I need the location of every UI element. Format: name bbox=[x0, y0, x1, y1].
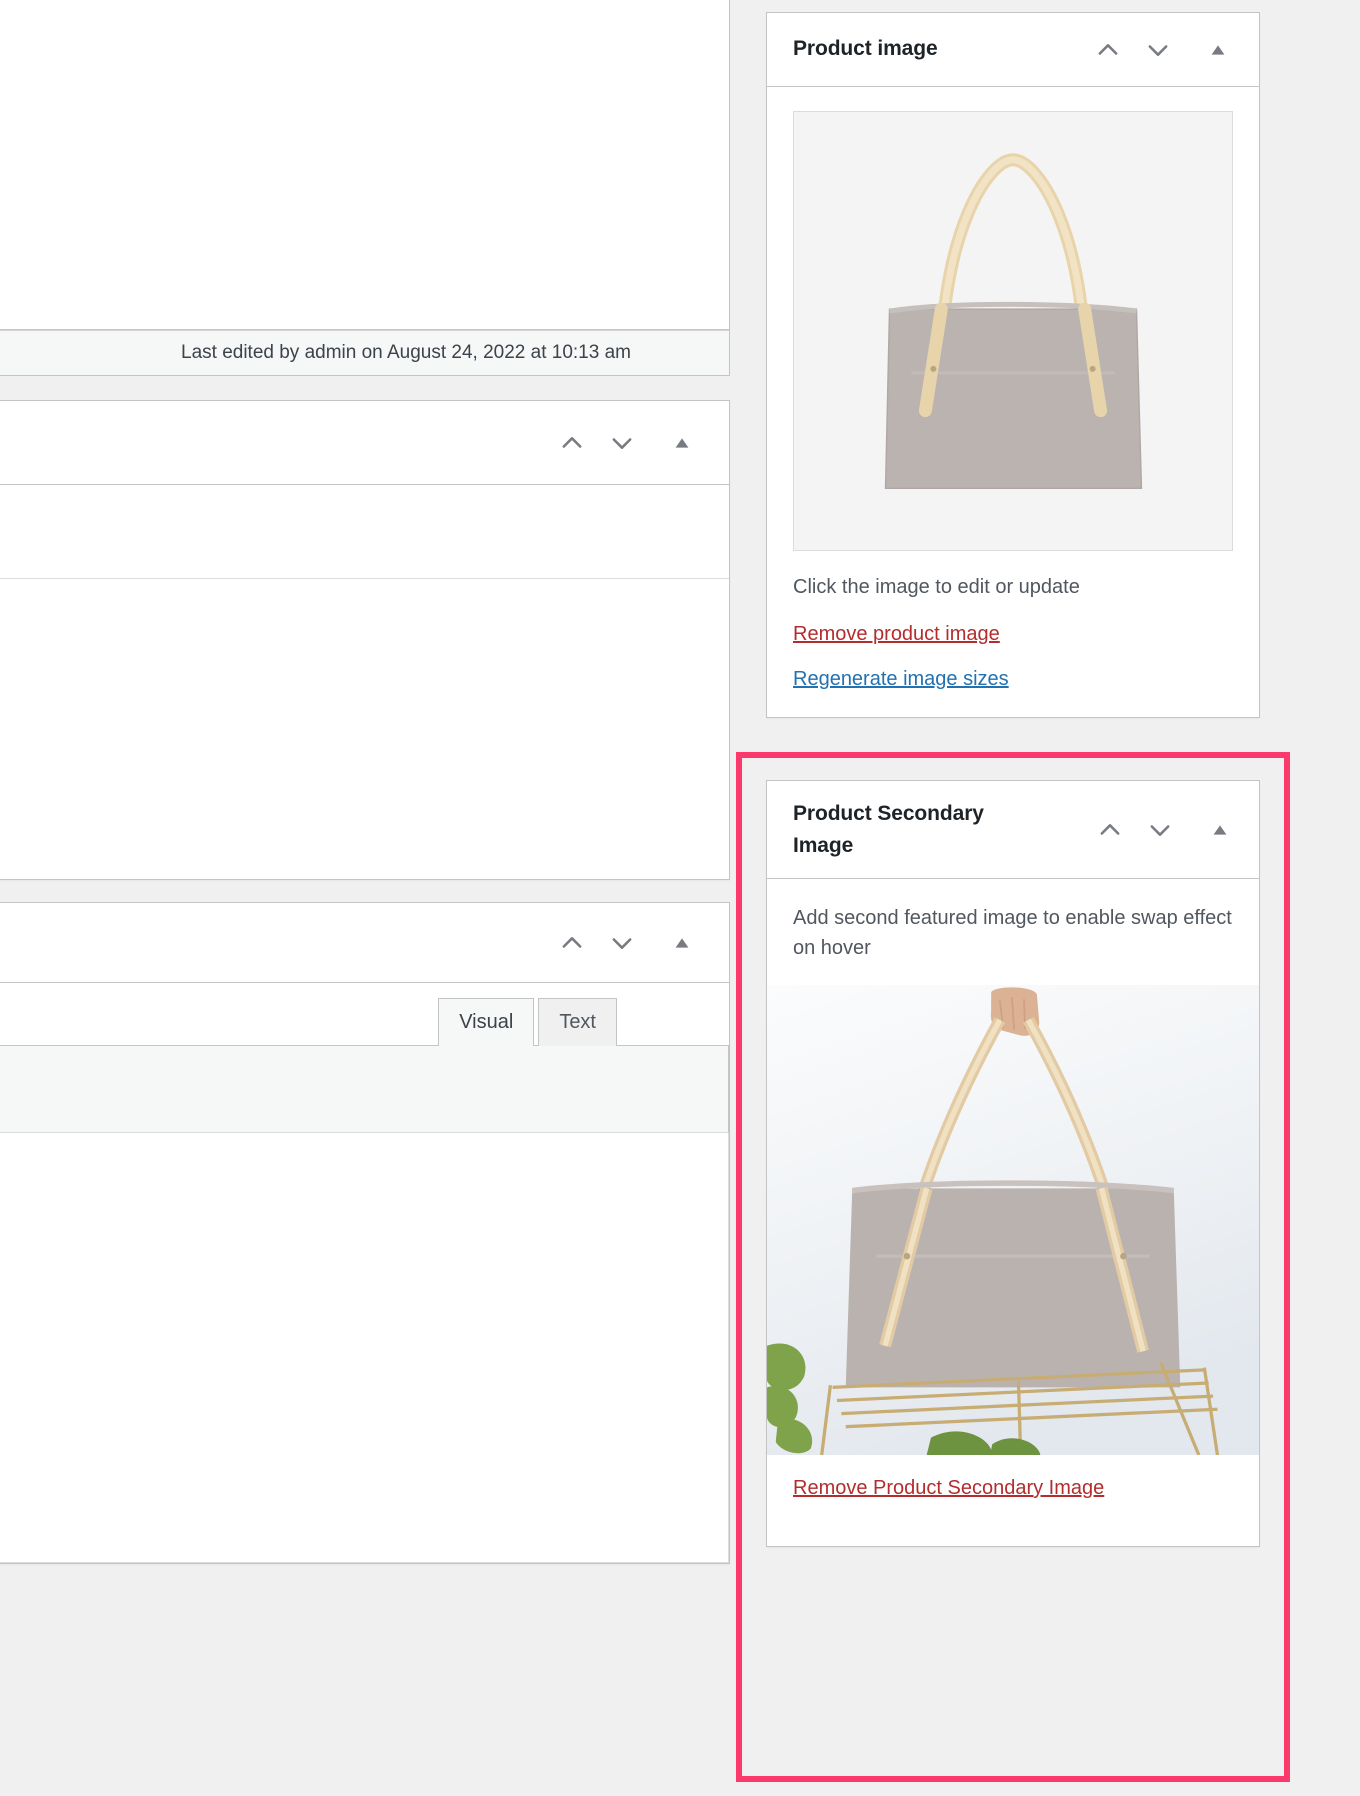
panel-row-large bbox=[0, 579, 729, 879]
move-up-button[interactable] bbox=[1085, 804, 1135, 856]
triangle-up-icon bbox=[1213, 824, 1227, 835]
chevron-up-icon bbox=[562, 436, 582, 448]
left-content-column: Last edited by admin on August 24, 2022 … bbox=[0, 0, 730, 1796]
toggle-panel-button[interactable] bbox=[1193, 24, 1243, 76]
panel-header bbox=[0, 903, 729, 983]
panel-handle-actions bbox=[1083, 24, 1243, 76]
tab-visual[interactable]: Visual bbox=[438, 998, 535, 1046]
regenerate-image-sizes-link[interactable]: Regenerate image sizes bbox=[793, 668, 1009, 690]
move-down-button[interactable] bbox=[1135, 804, 1185, 856]
remove-product-image-row: Remove product image bbox=[767, 601, 1259, 646]
move-down-button[interactable] bbox=[1133, 24, 1183, 76]
panel-handle-actions bbox=[547, 917, 707, 969]
product-secondary-image-title: Product Secondary Image bbox=[793, 802, 984, 857]
triangle-up-icon bbox=[1211, 44, 1225, 55]
editor-tab-bar: Visual Text bbox=[0, 983, 729, 1046]
tab-text[interactable]: Text bbox=[538, 998, 617, 1046]
last-edited-text: Last edited by admin on August 24, 2022 … bbox=[181, 342, 631, 363]
secondary-image-thumbnail[interactable] bbox=[767, 985, 1259, 1456]
product-edit-screen: Last edited by admin on August 24, 2022 … bbox=[0, 0, 1360, 1796]
panel-header bbox=[0, 401, 729, 485]
last-edited-bar: Last edited by admin on August 24, 2022 … bbox=[0, 330, 730, 376]
move-up-button[interactable] bbox=[547, 417, 597, 469]
toggle-panel-button[interactable] bbox=[657, 417, 707, 469]
move-down-button[interactable] bbox=[597, 917, 647, 969]
secondary-image-thumbnail-wrap[interactable] bbox=[767, 963, 1259, 1456]
chevron-down-icon bbox=[1150, 824, 1170, 836]
content-editor-panel bbox=[0, 0, 730, 330]
remove-product-secondary-image-link[interactable]: Remove Product Secondary Image bbox=[793, 1477, 1104, 1499]
panel-row: e bbox=[0, 485, 729, 579]
remove-secondary-image-row: Remove Product Secondary Image bbox=[767, 1455, 1259, 1546]
move-up-button[interactable] bbox=[547, 917, 597, 969]
secondary-image-highlight-frame: Product Secondary Image Add second featu… bbox=[736, 752, 1290, 1782]
panel-handle-actions bbox=[547, 417, 707, 469]
product-description-panel: Visual Text bbox=[0, 902, 730, 1564]
toggle-panel-button[interactable] bbox=[657, 917, 707, 969]
regenerate-image-sizes-row: Regenerate image sizes bbox=[767, 646, 1259, 717]
chevron-down-icon bbox=[612, 437, 632, 449]
product-image-thumbnail[interactable] bbox=[793, 111, 1233, 551]
product-secondary-image-panel-header: Product Secondary Image bbox=[767, 781, 1259, 879]
chevron-down-icon bbox=[1148, 44, 1168, 56]
product-image-thumbnail-wrap[interactable] bbox=[767, 87, 1259, 551]
chevron-up-icon bbox=[562, 936, 582, 948]
chevron-up-icon bbox=[1098, 43, 1118, 55]
panel-handle-actions bbox=[1085, 804, 1245, 856]
editor-tabs: Visual Text bbox=[438, 998, 617, 1046]
product-secondary-image-panel: Product Secondary Image Add second featu… bbox=[766, 780, 1260, 1548]
move-down-button[interactable] bbox=[597, 417, 647, 469]
toggle-panel-button[interactable] bbox=[1195, 804, 1245, 856]
left-panel-secondary: e bbox=[0, 400, 730, 880]
product-secondary-image-description: Add second featured image to enable swap… bbox=[793, 907, 1232, 959]
chevron-up-icon bbox=[1100, 823, 1120, 835]
product-image-hint: Click the image to edit or update bbox=[793, 576, 1080, 598]
product-image-title: Product image bbox=[793, 37, 938, 61]
sidebar-column: Product image Click the image to edit or… bbox=[736, 0, 1360, 1796]
triangle-up-icon bbox=[675, 437, 689, 448]
product-image-panel: Product image Click the image to edit or… bbox=[766, 12, 1260, 718]
move-up-button[interactable] bbox=[1083, 24, 1133, 76]
editor-content-area[interactable] bbox=[0, 1133, 729, 1563]
editor-toolbar[interactable] bbox=[0, 1045, 729, 1133]
remove-product-image-link[interactable]: Remove product image bbox=[793, 623, 1000, 645]
triangle-up-icon bbox=[675, 937, 689, 948]
chevron-down-icon bbox=[612, 937, 632, 949]
product-image-panel-header: Product image bbox=[767, 13, 1259, 87]
